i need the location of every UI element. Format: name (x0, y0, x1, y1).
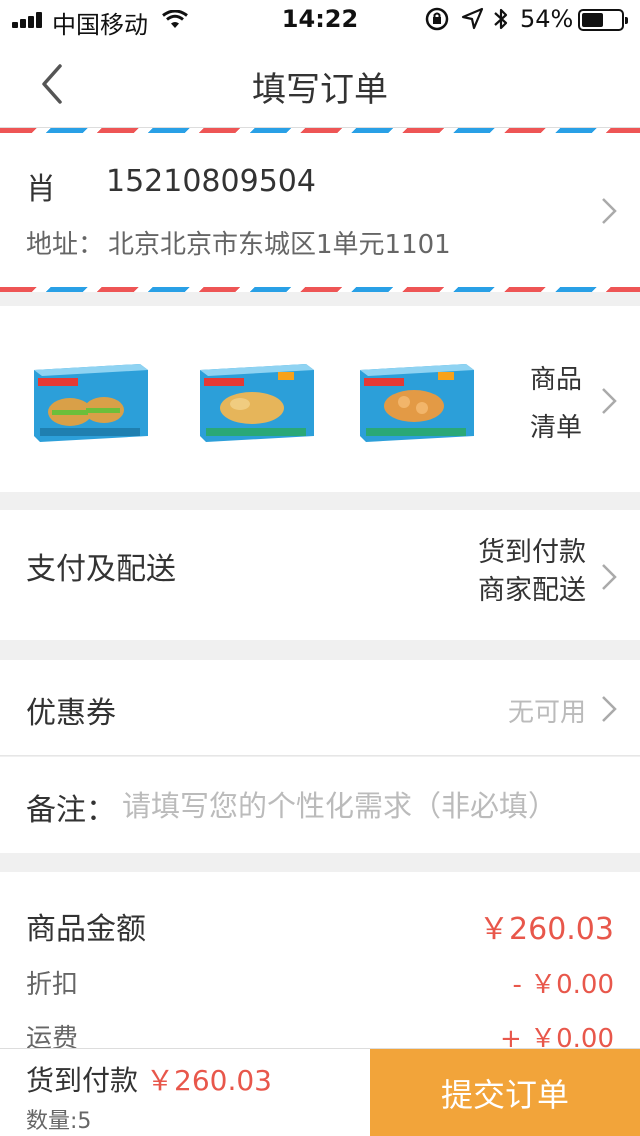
product-burger-box (30, 360, 150, 444)
battery-percent: 54% (520, 5, 574, 33)
payment-delivery-row[interactable]: 支付及配送 货到付款 商家配送 (0, 510, 640, 640)
delivery-method: 商家配送 (478, 575, 586, 606)
rotation-lock-icon (424, 5, 450, 39)
recipient-phone: 15210809504 (106, 164, 316, 199)
remark-row: 备注： (0, 757, 640, 853)
payment-delivery-values: 货到付款 商家配送 (478, 534, 586, 610)
address-value: 北京北京市东城区1单元1101 (108, 230, 451, 260)
pay-method-label: 货到付款 (26, 1064, 139, 1097)
nav-bar: 填写订单 (0, 40, 640, 128)
bottom-checkout-bar: 货到付款 ￥260.03 数量:5 提交订单 (0, 1048, 640, 1136)
location-icon (460, 5, 484, 39)
product-fish-box (196, 360, 316, 444)
battery-icon (578, 9, 628, 31)
goods-amount-label: 商品金额 (26, 912, 146, 947)
battery-fill (582, 13, 603, 27)
submit-order-button[interactable]: 提交订单 (370, 1049, 640, 1136)
address-label: 地址： (26, 230, 105, 260)
remark-label: 备注： (26, 793, 116, 828)
chevron-right-icon (602, 388, 617, 414)
order-total: ￥260.03 (146, 1064, 272, 1097)
coupon-value: 无可用 (507, 698, 586, 728)
recipient-address: 地址： 北京北京市东城区1单元1101 (26, 224, 451, 261)
recipient-name: 肖 (26, 172, 56, 207)
payment-method: 货到付款 (478, 537, 586, 568)
product-shrimp-box (356, 360, 476, 444)
order-summary: 商品金额 ￥260.03 折扣 - ￥0.00 运费 + ￥0.00 (0, 872, 640, 1054)
product-list-row[interactable]: 商品 清单 (0, 306, 640, 492)
chevron-right-icon (602, 564, 617, 590)
airmail-border-bottom (0, 287, 640, 292)
page-title: 填写订单 (252, 70, 388, 110)
bluetooth-icon (492, 5, 510, 39)
coupon-row[interactable]: 优惠券 无可用 (0, 660, 640, 756)
remark-input[interactable] (122, 781, 622, 831)
address-card[interactable]: 肖 15210809504 地址： 北京北京市东城区1单元1101 (0, 128, 640, 292)
discount-label: 折扣 (26, 970, 79, 1000)
airmail-border-top (0, 128, 640, 133)
goods-amount-value: ￥260.03 (479, 912, 614, 947)
payment-delivery-label: 支付及配送 (26, 552, 176, 587)
discount-value: - ￥0.00 (512, 970, 614, 1000)
coupon-label: 优惠券 (26, 696, 116, 731)
chevron-right-icon (602, 696, 617, 722)
chevron-right-icon (602, 198, 617, 224)
item-quantity: 数量:5 (26, 1109, 92, 1134)
product-list-label: 商品 清单 (529, 365, 582, 443)
status-bar: 中国移动 14:22 54% (0, 0, 640, 40)
